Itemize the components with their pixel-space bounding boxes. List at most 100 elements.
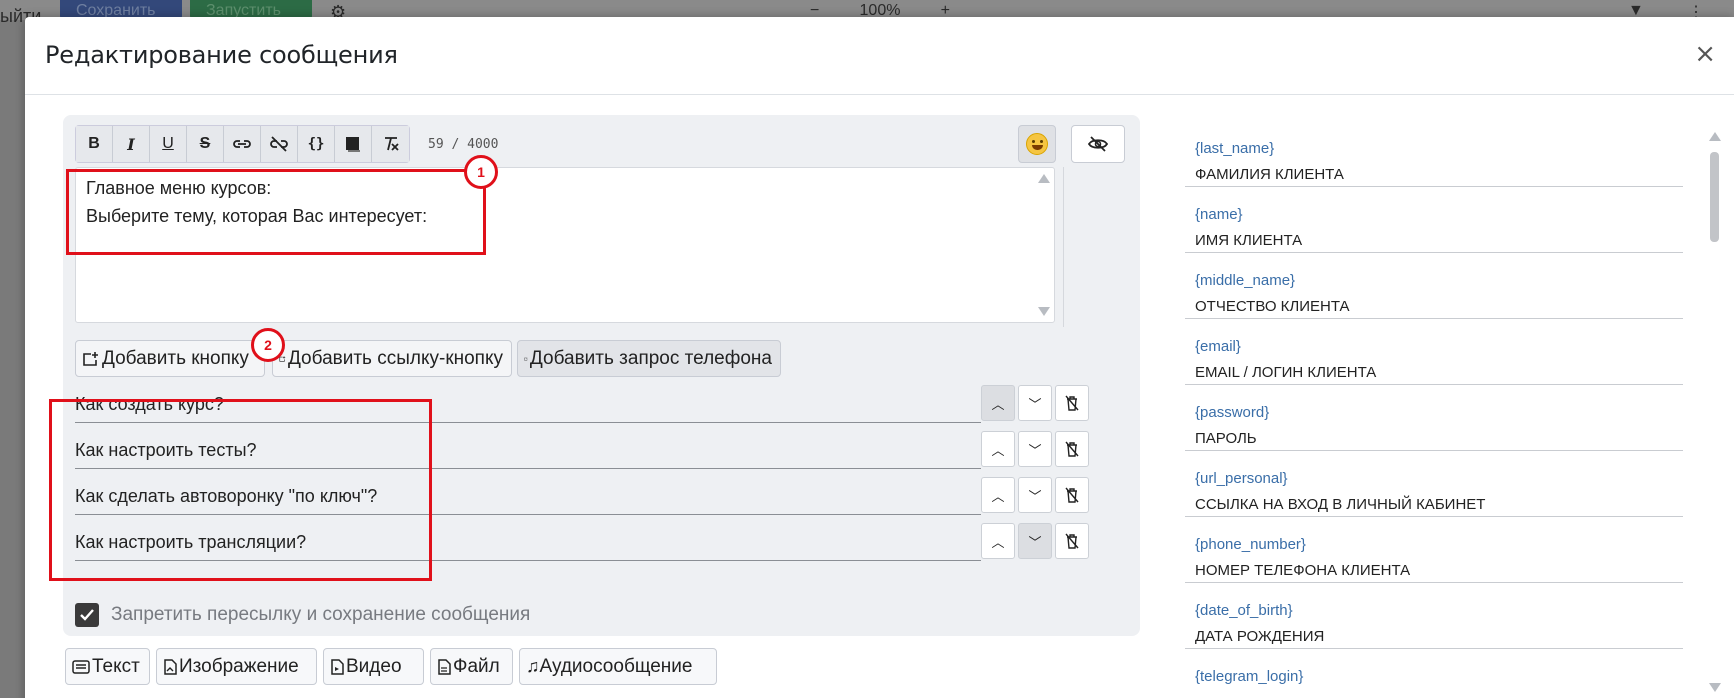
move-up-button[interactable]: ︿ xyxy=(981,385,1015,421)
eye-slash-icon xyxy=(1087,136,1109,152)
variable-key: {phone_number} xyxy=(1195,536,1306,553)
trash-slash-icon xyxy=(1065,441,1079,457)
move-down-button[interactable]: ﹀ xyxy=(1018,523,1052,559)
forbid-forward-label: Запретить пересылку и сохранение сообщен… xyxy=(111,604,531,625)
strikethrough-button[interactable]: S xyxy=(187,126,224,162)
file-icon xyxy=(438,658,451,675)
annotation-box-2 xyxy=(49,399,432,581)
chevron-down-icon: ﹀ xyxy=(1028,488,1042,504)
add-link-button-button[interactable]: Добавить ссылку-кнопку xyxy=(272,340,512,377)
bold-button[interactable]: B xyxy=(76,126,113,162)
variable-item[interactable]: {url_personal} ССЫЛКА НА ВХОД В ЛИЧНЫЙ К… xyxy=(1185,457,1683,517)
delete-button[interactable] xyxy=(1055,477,1089,513)
text-icon xyxy=(72,659,90,674)
music-note-icon: ♫ xyxy=(526,656,540,676)
variable-description: ОТЧЕСТВО КЛИЕНТА xyxy=(1195,298,1350,315)
scroll-up-arrow[interactable] xyxy=(1709,132,1721,141)
textarea-scroll-down[interactable] xyxy=(1038,307,1050,316)
variable-item[interactable]: {middle_name} ОТЧЕСТВО КЛИЕНТА xyxy=(1185,259,1683,319)
type-video-button[interactable]: Видео xyxy=(323,648,424,685)
close-icon[interactable]: × xyxy=(1694,39,1716,69)
edit-message-modal: Редактирование сообщения × B I U S {} 59… xyxy=(25,17,1734,698)
spoiler-button[interactable] xyxy=(335,126,372,162)
unlink-button[interactable] xyxy=(261,126,298,162)
clear-format-button[interactable] xyxy=(372,126,409,162)
move-up-button[interactable]: ︿ xyxy=(981,431,1015,467)
variables-scrollbar[interactable] xyxy=(1708,127,1722,698)
link-icon xyxy=(233,140,251,148)
variable-key: {telegram_login} xyxy=(1195,668,1304,685)
type-image-button[interactable]: Изображение xyxy=(156,648,317,685)
variable-description: ФАМИЛИЯ КЛИЕНТА xyxy=(1195,166,1344,183)
chevron-up-icon: ︿ xyxy=(991,396,1005,412)
variable-description: EMAIL / ЛОГИН КЛИЕНТА xyxy=(1195,364,1377,381)
annotation-marker-2: 2 xyxy=(251,328,285,362)
checkmark-icon xyxy=(80,609,94,621)
chevron-up-icon: ︿ xyxy=(991,442,1005,458)
code-button[interactable]: {} xyxy=(298,126,335,162)
type-text-button[interactable]: Текст xyxy=(65,648,150,685)
annotation-box-1 xyxy=(66,169,486,255)
annotation-marker-1: 1 xyxy=(464,155,498,189)
italic-button[interactable]: I xyxy=(113,126,150,162)
formatting-toolbar: B I U S {} xyxy=(75,125,410,163)
image-file-icon xyxy=(164,658,177,675)
variable-description: ПАРОЛЬ xyxy=(1195,430,1257,447)
video-file-icon xyxy=(331,658,344,675)
variable-item[interactable]: {telegram_login} xyxy=(1185,655,1683,698)
add-phone-request-button[interactable]: Добавить запрос телефона xyxy=(517,340,781,377)
variable-item[interactable]: {password} ПАРОЛЬ xyxy=(1185,391,1683,451)
chevron-down-icon: ﹀ xyxy=(1028,534,1042,550)
scroll-down-arrow[interactable] xyxy=(1709,683,1721,692)
variable-key: {password} xyxy=(1195,404,1270,421)
chevron-up-icon: ︿ xyxy=(991,534,1005,550)
emoji-button[interactable] xyxy=(1018,125,1056,163)
move-up-button[interactable]: ︿ xyxy=(981,477,1015,513)
spoiler-icon xyxy=(346,137,360,152)
move-down-button[interactable]: ﹀ xyxy=(1018,385,1052,421)
link-button[interactable] xyxy=(224,126,261,162)
forbid-forward-checkbox[interactable] xyxy=(75,603,99,627)
add-icon xyxy=(524,356,528,360)
trash-slash-icon xyxy=(1065,395,1079,411)
variable-key: {last_name} xyxy=(1195,140,1275,157)
move-up-button[interactable]: ︿ xyxy=(981,523,1015,559)
delete-button[interactable] xyxy=(1055,523,1089,559)
add-icon xyxy=(83,351,98,366)
preview-toggle-button[interactable] xyxy=(1071,125,1125,163)
variable-item[interactable]: {phone_number} НОМЕР ТЕЛЕФОНА КЛИЕНТА xyxy=(1185,523,1683,583)
variable-key: {url_personal} xyxy=(1195,470,1288,487)
variable-item[interactable]: {date_of_birth} ДАТА РОЖДЕНИЯ xyxy=(1185,589,1683,649)
vertical-divider xyxy=(1063,167,1064,327)
chevron-up-icon: ︿ xyxy=(991,488,1005,504)
delete-button[interactable] xyxy=(1055,385,1089,421)
move-down-button[interactable]: ﹀ xyxy=(1018,477,1052,513)
scroll-thumb[interactable] xyxy=(1710,152,1719,242)
variable-description: ССЫЛКА НА ВХОД В ЛИЧНЫЙ КАБИНЕТ xyxy=(1195,496,1486,513)
variable-description: ИМЯ КЛИЕНТА xyxy=(1195,232,1303,249)
move-down-button[interactable]: ﹀ xyxy=(1018,431,1052,467)
add-button-button[interactable]: Добавить кнопку xyxy=(75,340,265,377)
trash-slash-icon xyxy=(1065,533,1079,549)
char-counter: 59 / 4000 xyxy=(428,137,499,152)
variable-description: НОМЕР ТЕЛЕФОНА КЛИЕНТА xyxy=(1195,562,1411,579)
modal-header: Редактирование сообщения × xyxy=(25,17,1734,95)
unlink-icon xyxy=(270,136,288,152)
type-audio-button[interactable]: ♫ Аудиосообщение xyxy=(519,648,717,685)
chevron-down-icon: ﹀ xyxy=(1028,442,1042,458)
variable-key: {email} xyxy=(1195,338,1241,355)
variable-key: {middle_name} xyxy=(1195,272,1296,289)
textarea-scroll-up[interactable] xyxy=(1038,174,1050,183)
variable-description: ДАТА РОЖДЕНИЯ xyxy=(1195,628,1325,645)
delete-button[interactable] xyxy=(1055,431,1089,467)
variable-item[interactable]: {email} EMAIL / ЛОГИН КЛИЕНТА xyxy=(1185,325,1683,385)
variable-key: {date_of_birth} xyxy=(1195,602,1293,619)
variable-item[interactable]: {name} ИМЯ КЛИЕНТА xyxy=(1185,193,1683,253)
underline-button[interactable]: U xyxy=(150,126,187,162)
type-file-button[interactable]: Файл xyxy=(430,648,513,685)
chevron-down-icon: ﹀ xyxy=(1028,396,1042,412)
modal-title: Редактирование сообщения xyxy=(45,41,398,69)
trash-slash-icon xyxy=(1065,487,1079,503)
variables-list: {last_name} ФАМИЛИЯ КЛИЕНТА {name} ИМЯ К… xyxy=(1185,127,1695,698)
variable-item[interactable]: {last_name} ФАМИЛИЯ КЛИЕНТА xyxy=(1185,127,1683,187)
